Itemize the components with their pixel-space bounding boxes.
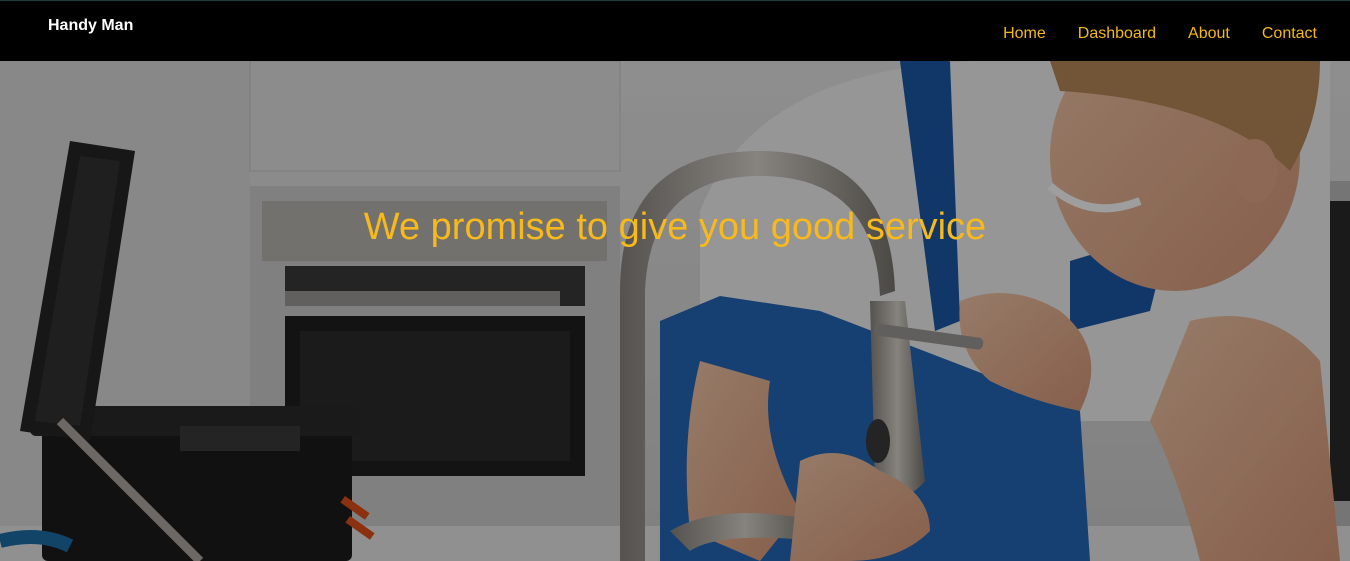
brand-logo-text[interactable]: Handy Man [48,17,133,35]
nav-links: Home Dashboard About Contact [971,25,1317,43]
top-navbar: Handy Man Home Dashboard About Contact [0,0,1350,61]
nav-link-contact[interactable]: Contact [1262,25,1317,43]
nav-link-about[interactable]: About [1188,25,1230,43]
nav-link-home[interactable]: Home [1003,25,1046,43]
hero-heading: We promise to give you good service [363,206,987,248]
hero-dark-overlay [0,61,1350,561]
nav-link-dashboard[interactable]: Dashboard [1078,25,1156,43]
hero-section: We promise to give you good service [0,61,1350,561]
